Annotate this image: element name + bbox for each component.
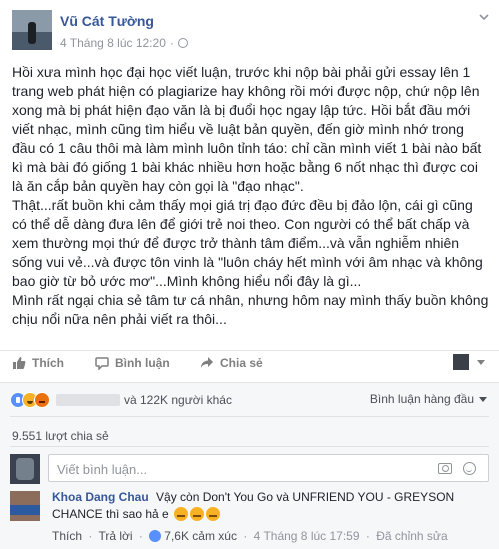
- comment-reply-link[interactable]: Trả lời: [98, 529, 132, 543]
- post-paragraph: Thật...rất buồn khi cảm thấy mọi giá trị…: [12, 197, 483, 289]
- author-name[interactable]: Vũ Cát Tường: [60, 13, 154, 29]
- post-timestamp[interactable]: 4 Tháng 8 lúc 12:20: [60, 36, 166, 50]
- post-header: Vũ Cát Tường 4 Tháng 8 lúc 12:20 ·: [0, 0, 499, 60]
- dot-separator: ·: [365, 529, 370, 543]
- comment-label: Bình luận: [115, 356, 170, 370]
- chevron-down-icon[interactable]: [477, 360, 485, 365]
- emoji-icon: [190, 507, 205, 521]
- share-icon: [201, 357, 213, 368]
- share-count[interactable]: 9.551 lượt chia sẻ: [12, 429, 109, 443]
- comment-button[interactable]: Bình luận: [95, 356, 170, 370]
- emoji-icon: [206, 507, 221, 521]
- author-avatar[interactable]: [12, 10, 52, 50]
- comment-reactions-count[interactable]: 7,6K cảm xúc: [164, 529, 237, 543]
- comment-edited[interactable]: Đã chỉnh sửa: [376, 529, 447, 543]
- post-actions-bar: Thích Bình luận Chia sẻ: [0, 350, 499, 376]
- meta-separator: ·: [169, 36, 174, 50]
- comment-actions: Thích · Trả lời · 7,6K cảm xúc · 4 Tháng…: [52, 529, 448, 543]
- globe-icon: [177, 38, 188, 48]
- avatar-figure: [16, 458, 34, 480]
- divider: [10, 446, 489, 447]
- reactions-count[interactable]: và 122K người khác: [124, 393, 232, 407]
- share-button[interactable]: Chia sẻ: [200, 356, 263, 370]
- comment-body: Khoa Dang Chau Vậy còn Don't You Go và U…: [52, 489, 489, 523]
- smiley-icon[interactable]: [463, 462, 476, 475]
- like-button[interactable]: Thích: [12, 356, 64, 370]
- camera-icon[interactable]: [438, 463, 452, 474]
- commenter-avatar[interactable]: [10, 491, 40, 521]
- comment-time[interactable]: 4 Tháng 8 lúc 17:59: [254, 529, 360, 543]
- angry-reaction-icon: [34, 392, 50, 408]
- avatar: [10, 454, 40, 484]
- comment-author[interactable]: Khoa Dang Chau: [52, 490, 149, 504]
- dot-separator: ·: [138, 529, 143, 543]
- redacted-name: [56, 394, 120, 406]
- post-body: Hồi xưa mình học đại học viết luận, trướ…: [12, 63, 490, 329]
- like-label: Thích: [32, 356, 64, 370]
- avatar-stripe: [10, 505, 40, 515]
- post-meta: 4 Tháng 8 lúc 12:20 ·: [60, 36, 188, 50]
- dot-separator: ·: [88, 529, 93, 543]
- comment-icon: [95, 357, 109, 370]
- comment-input[interactable]: [57, 461, 357, 477]
- post-paragraph: Hồi xưa mình học đại học viết luận, trướ…: [12, 64, 482, 194]
- dot-separator: ·: [243, 529, 248, 543]
- comment-like-link[interactable]: Thích: [52, 529, 82, 543]
- chevron-down-icon[interactable]: [479, 12, 489, 22]
- chevron-down-icon: [479, 396, 487, 402]
- reactions-summary[interactable]: và 122K người khác: [10, 392, 232, 408]
- post-paragraph: Mình rất ngại chia sẻ tâm tư cá nhân, nh…: [12, 292, 489, 327]
- comment-box[interactable]: [48, 454, 489, 482]
- sort-label: Bình luận hàng đầu: [369, 392, 474, 406]
- share-label: Chia sẻ: [220, 356, 263, 370]
- divider: [10, 416, 489, 417]
- comment-sort-dropdown[interactable]: Bình luận hàng đầu: [370, 392, 487, 406]
- like-reaction-icon: [149, 530, 162, 542]
- comment-composer: [10, 454, 489, 484]
- avatar-figure: [28, 22, 36, 44]
- page-avatar-selector[interactable]: [453, 354, 469, 370]
- emoji-icon: [174, 507, 189, 521]
- like-icon: [13, 357, 26, 369]
